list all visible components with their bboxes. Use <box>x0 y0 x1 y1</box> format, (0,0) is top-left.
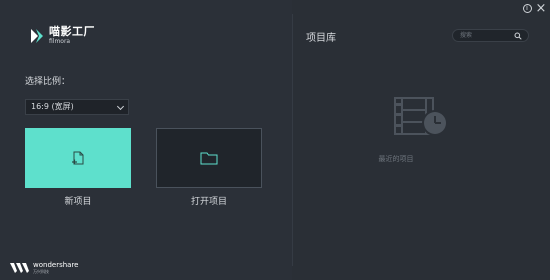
chevron-down-icon <box>116 102 125 111</box>
new-project-label: 新项目 <box>64 197 92 207</box>
film-clock-icon <box>394 97 448 136</box>
help-button[interactable]: i <box>521 3 533 15</box>
brand-name-cn: 万兴科技 <box>33 269 49 274</box>
app-name-en: filmora <box>49 38 71 45</box>
wondershare-logo-icon <box>10 263 29 273</box>
open-project-button[interactable] <box>156 128 262 188</box>
search-icon[interactable] <box>514 32 522 40</box>
search-input[interactable]: 搜索 <box>452 29 529 42</box>
help-circle-icon: i <box>522 4 532 13</box>
recent-projects-empty-label: 最近的项目 <box>378 155 414 163</box>
app-name-cn: 喵影工厂 <box>49 25 95 38</box>
new-project-button[interactable] <box>25 128 131 188</box>
new-file-icon <box>72 151 84 165</box>
open-project-label: 打开项目 <box>190 197 227 207</box>
aspect-ratio-label: 选择比例： <box>25 77 71 87</box>
aspect-ratio-dropdown[interactable]: 16:9 (宽屏) <box>25 99 129 115</box>
folder-icon <box>200 152 218 165</box>
filmora-logo-icon <box>31 28 43 43</box>
aspect-ratio-value: 16:9 (宽屏) <box>31 102 74 111</box>
wondershare-brand: wondershare 万兴科技 <box>10 262 78 274</box>
close-button[interactable]: × <box>535 1 547 16</box>
search-placeholder: 搜索 <box>460 32 473 39</box>
app-logo: 喵影工厂 filmora <box>29 26 95 45</box>
brand-name-en: wondershare <box>33 261 79 269</box>
app-window: i × 喵影工厂 filmora 选择比例： 16:9 (宽屏) 新项目 打开项… <box>0 0 550 280</box>
close-icon: × <box>535 1 547 16</box>
project-library-title: 项目库 <box>306 33 336 44</box>
